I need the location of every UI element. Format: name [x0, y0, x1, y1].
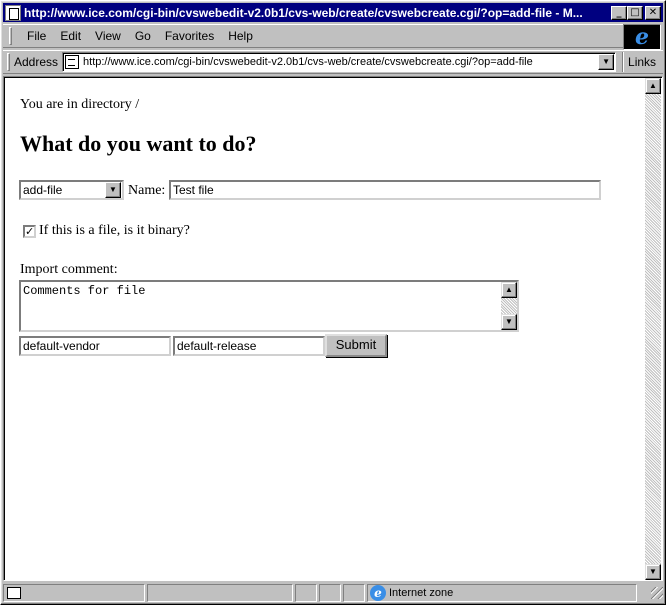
- status-main-pane: [3, 584, 145, 602]
- toolbar-grip[interactable]: [9, 27, 12, 45]
- address-url[interactable]: http://www.ice.com/cgi-bin/cvswebedit-v2…: [83, 56, 598, 68]
- status-pane: [147, 584, 293, 602]
- window-title: http://www.ice.com/cgi-bin/cvswebedit-v2…: [24, 5, 583, 20]
- operation-value[interactable]: add-file: [21, 183, 105, 197]
- menu-view[interactable]: View: [88, 29, 128, 43]
- menu-bar: File Edit View Go Favorites Help: [3, 24, 623, 48]
- submit-button[interactable]: Submit: [325, 334, 387, 357]
- page-status-icon: [7, 587, 21, 599]
- maximize-button[interactable]: □: [627, 5, 643, 20]
- name-label: Name:: [128, 183, 166, 198]
- status-bar: e Internet zone: [3, 583, 663, 603]
- page-scrollbar[interactable]: ▲ ▼: [645, 78, 661, 580]
- scroll-down-icon[interactable]: ▼: [645, 564, 661, 580]
- menu-go[interactable]: Go: [128, 29, 158, 43]
- status-pane: [319, 584, 341, 602]
- ie-logo-icon: e: [623, 24, 661, 50]
- chevron-down-icon[interactable]: ▼: [105, 182, 121, 198]
- menu-help[interactable]: Help: [221, 29, 260, 43]
- address-label: Address: [14, 55, 59, 69]
- status-pane: [343, 584, 365, 602]
- web-page: You are in directory / What do you want …: [5, 78, 646, 580]
- directory-text: You are in directory /: [20, 97, 140, 112]
- address-input[interactable]: http://www.ice.com/cgi-bin/cvswebedit-v2…: [62, 52, 617, 72]
- close-button[interactable]: ✕: [645, 5, 661, 20]
- binary-checkbox-label: If this is a file, is it binary?: [39, 223, 190, 238]
- browser-window: http://www.ice.com/cgi-bin/cvswebedit-v2…: [0, 0, 666, 605]
- zone-text: Internet zone: [389, 587, 454, 599]
- menu-favorites[interactable]: Favorites: [158, 29, 221, 43]
- page-icon: [5, 4, 21, 21]
- title-bar[interactable]: http://www.ice.com/cgi-bin/cvswebedit-v2…: [3, 3, 663, 22]
- resize-grip-icon[interactable]: [651, 587, 663, 599]
- toolbar-grip[interactable]: [7, 53, 10, 71]
- internet-zone-icon: e: [370, 585, 386, 601]
- import-comment-textarea[interactable]: Comments for file ▲ ▼: [19, 280, 519, 332]
- release-input[interactable]: default-release: [173, 336, 325, 356]
- scroll-up-icon[interactable]: ▲: [645, 78, 661, 94]
- address-bar: Address http://www.ice.com/cgi-bin/cvswe…: [3, 50, 663, 74]
- page-icon: [65, 55, 80, 69]
- zone-pane: e Internet zone: [367, 584, 637, 602]
- toolbar-separator: [622, 52, 625, 72]
- menu-file[interactable]: File: [20, 29, 53, 43]
- scroll-up-icon[interactable]: ▲: [501, 282, 517, 298]
- links-button[interactable]: Links: [628, 55, 656, 69]
- content-area: You are in directory / What do you want …: [3, 76, 663, 581]
- status-pane: [295, 584, 317, 602]
- scroll-down-icon[interactable]: ▼: [501, 314, 517, 330]
- chevron-down-icon[interactable]: ▼: [598, 54, 615, 70]
- operation-select[interactable]: add-file ▼: [19, 180, 124, 200]
- textarea-scrollbar[interactable]: ▲ ▼: [501, 282, 517, 330]
- minimize-button[interactable]: _: [611, 5, 627, 20]
- vendor-input[interactable]: default-vendor: [19, 336, 171, 356]
- name-input[interactable]: Test file: [169, 180, 601, 200]
- ie-logo-letter: e: [635, 24, 649, 50]
- import-comment-label: Import comment:: [20, 262, 118, 277]
- menu-edit[interactable]: Edit: [53, 29, 88, 43]
- comment-text[interactable]: Comments for file: [23, 284, 145, 298]
- binary-checkbox[interactable]: ✓: [23, 225, 36, 238]
- page-title: What do you want to do?: [20, 131, 257, 156]
